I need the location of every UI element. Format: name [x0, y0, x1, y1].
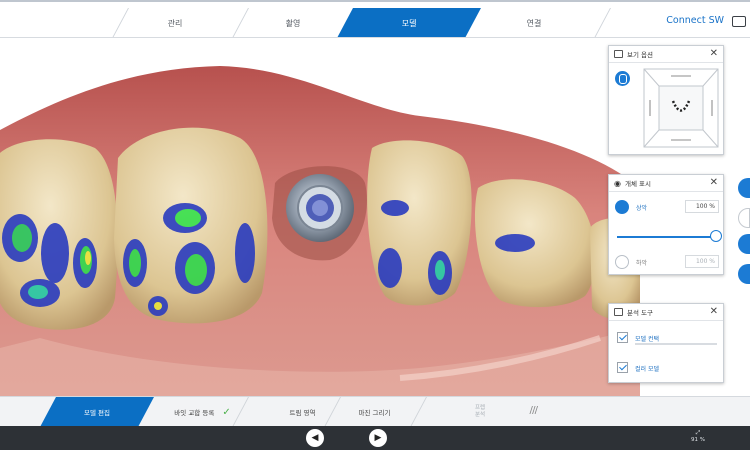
model-contact-label: 모델 컨택	[635, 336, 659, 343]
chat-icon[interactable]	[732, 16, 746, 27]
next-step-button[interactable]: ▶	[369, 429, 387, 447]
analysis-tools-header: 분석 도구	[609, 304, 723, 321]
step-model-edit-label: 모델 편집	[84, 409, 110, 417]
upper-jaw-label: 상악	[636, 205, 648, 212]
step-bite-registration-label: 바잇 교합 등록	[174, 409, 215, 417]
tooth-view-icon[interactable]	[615, 71, 630, 86]
tab-model[interactable]: 모델	[337, 8, 481, 37]
tab-connect[interactable]: 연결	[470, 8, 598, 37]
step-trim-area-label: 트림 영역	[289, 409, 316, 417]
close-icon[interactable]: ✕	[710, 178, 718, 188]
tab-manage-label: 관리	[167, 18, 183, 28]
workflow-bar: 모델 편집 바잇 교합 등록 ✓ 트림 영역 마진 그리기 프렙 분석 / / …	[0, 396, 750, 426]
tab-connect-label: 연결	[526, 18, 542, 28]
view-options-title: 보기 옵션	[627, 51, 653, 59]
view-cube[interactable]	[643, 68, 719, 148]
check-icon: ✓	[222, 406, 231, 418]
upper-jaw-opacity[interactable]: 100 %	[685, 200, 719, 213]
color-model-checkbox[interactable]	[617, 362, 628, 373]
analysis-icon	[614, 308, 623, 316]
top-navigation: 관리 촬영 모델 연결 Connect SW	[0, 0, 750, 38]
analysis-tools-panel: 분석 도구 ✕ 모델 컨택 컬러 모델	[608, 303, 724, 383]
close-icon[interactable]: ✕	[710, 49, 718, 59]
lower-jaw-row[interactable]: 하악 100 %	[609, 251, 725, 273]
step-model-edit[interactable]: 모델 편집	[40, 397, 154, 426]
model-contact-option[interactable]: 모델 컨택	[609, 327, 725, 349]
tab-manage[interactable]: 관리	[110, 8, 240, 37]
lower-jaw-icon[interactable]	[615, 255, 629, 269]
workflow-more-icon[interactable]: / / /	[530, 405, 539, 416]
connect-sw-link[interactable]: Connect SW	[666, 15, 724, 26]
step-margin-draw[interactable]: 마진 그리기	[322, 397, 427, 426]
top-accent-line	[0, 0, 750, 2]
arrow-left-icon: ◀	[311, 433, 319, 443]
zoom-level: 91 %	[691, 437, 705, 443]
step-prep-analysis-line2: 분석	[474, 412, 486, 418]
cube-icon	[614, 50, 623, 58]
lower-jaw-opacity[interactable]: 100 %	[685, 255, 719, 268]
view-options-header: 보기 옵션	[609, 46, 723, 63]
upper-jaw-icon[interactable]	[615, 200, 629, 214]
upper-jaw-slider-track[interactable]	[617, 236, 717, 238]
eye-icon: ◉	[614, 178, 621, 188]
analysis-tools-title: 분석 도구	[627, 309, 653, 317]
step-prep-analysis: 프렙 분석	[430, 397, 530, 426]
object-display-title: 개체 표시	[624, 180, 651, 188]
step-prep-analysis-line1: 프렙	[474, 405, 486, 411]
close-icon[interactable]: ✕	[710, 307, 718, 317]
step-margin-draw-label: 마진 그리기	[358, 409, 391, 417]
bottom-toolbar: ◀ ▶ ⤢ 91 %	[0, 426, 750, 450]
object-display-header: ◉ 개체 표시	[609, 175, 723, 192]
fit-screen-icon: ⤢	[695, 430, 701, 436]
object-display-panel: ◉ 개체 표시 ✕ 상악 100 % 하악 100 %	[608, 174, 724, 275]
color-model-label: 컬러 모델	[635, 366, 659, 373]
option-divider	[635, 343, 717, 345]
lower-jaw-label: 하악	[636, 260, 648, 267]
zoom-indicator[interactable]: ⤢ 91 %	[691, 430, 705, 444]
upper-jaw-slider-handle[interactable]	[710, 230, 722, 242]
arrow-right-icon: ▶	[374, 433, 382, 443]
tab-scan-label: 촬영	[285, 18, 301, 28]
color-model-option[interactable]: 컬러 모델	[609, 357, 725, 379]
tab-model-label: 모델	[401, 18, 417, 28]
previous-step-button[interactable]: ◀	[306, 429, 324, 447]
view-options-panel: 보기 옵션 ✕	[608, 45, 724, 155]
model-contact-checkbox[interactable]	[617, 332, 628, 343]
upper-jaw-row[interactable]: 상악 100 %	[609, 196, 725, 218]
